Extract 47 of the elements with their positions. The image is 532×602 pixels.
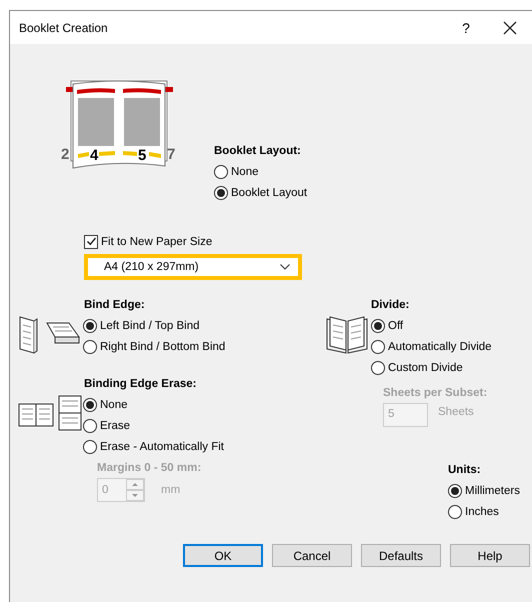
field-label: Margins 0 - 50 mm: xyxy=(97,461,202,476)
radio-button[interactable] xyxy=(83,418,97,432)
radio-button[interactable] xyxy=(371,360,385,374)
dialog-button[interactable]: OK xyxy=(183,544,263,567)
option-label[interactable]: None xyxy=(231,166,258,178)
radio-button[interactable] xyxy=(371,318,385,332)
option-label[interactable]: Off xyxy=(388,320,404,332)
dialog-button[interactable]: Help xyxy=(450,544,530,567)
radio-button[interactable] xyxy=(214,164,228,178)
radio-button[interactable] xyxy=(448,504,462,518)
field-label: Sheets per Subset: xyxy=(383,386,488,401)
option-label[interactable]: Erase xyxy=(100,420,130,432)
option-label[interactable]: None xyxy=(100,398,128,410)
option-label[interactable]: Custom Divide xyxy=(388,362,463,374)
radio-button[interactable] xyxy=(83,440,97,454)
section-heading: Units: xyxy=(448,463,482,478)
radio-button[interactable] xyxy=(83,340,97,354)
open-book-icon xyxy=(325,315,369,355)
radio-button[interactable] xyxy=(371,340,385,354)
dialog-button[interactable]: Cancel xyxy=(272,544,352,567)
section-heading: Booklet Layout: xyxy=(214,144,302,159)
paper-size-dropdown[interactable]: A4 (210 x 297mm) xyxy=(84,254,302,280)
close-icon xyxy=(503,20,517,34)
bound-books-icon xyxy=(17,315,83,355)
unit-label: Sheets xyxy=(438,406,474,418)
section-heading: Binding Edge Erase: xyxy=(84,377,198,392)
chevron-down-icon xyxy=(280,264,290,270)
radio-button[interactable] xyxy=(448,484,462,498)
option-label[interactable]: Booklet Layout xyxy=(231,186,308,198)
radio-button[interactable] xyxy=(214,186,228,200)
radio-button[interactable] xyxy=(83,318,97,332)
option-label[interactable]: Fit to New Paper Size xyxy=(101,236,212,248)
section-heading: Divide: xyxy=(371,298,410,313)
checkbox[interactable] xyxy=(84,234,98,248)
unit-label: mm xyxy=(161,484,180,496)
section-heading: Bind Edge: xyxy=(84,298,146,313)
dialog-button[interactable]: Defaults xyxy=(361,544,441,567)
option-label[interactable]: Right Bind / Bottom Bind xyxy=(100,340,226,352)
option-label[interactable]: Automatically Divide xyxy=(388,340,492,352)
option-label[interactable]: Inches xyxy=(465,506,499,518)
radio-button[interactable] xyxy=(83,398,97,412)
option-label[interactable]: Millimeters xyxy=(465,484,520,496)
spin-arrows-icon xyxy=(126,479,144,501)
option-label[interactable]: Erase - Automatically Fit xyxy=(100,440,224,452)
window-title: Booklet Creation xyxy=(19,20,109,34)
help-button[interactable]: ? xyxy=(444,12,488,42)
option-label[interactable]: Left Bind / Top Bind xyxy=(100,320,200,332)
